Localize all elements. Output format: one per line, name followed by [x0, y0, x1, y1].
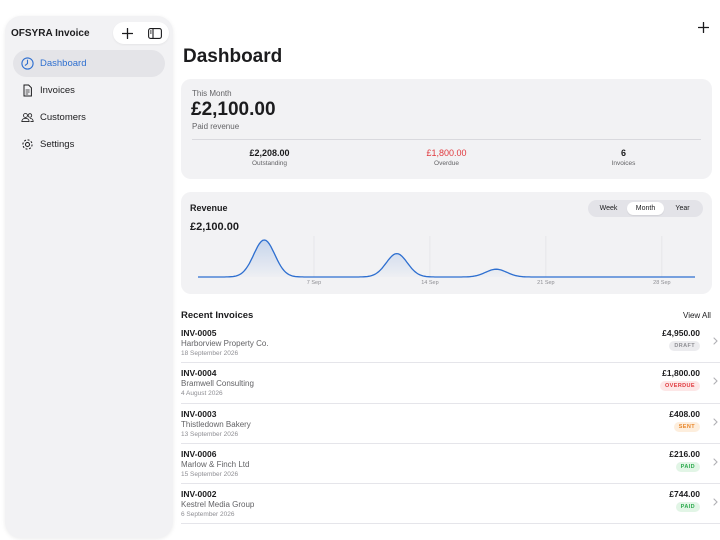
- invoice-date: 4 August 2026: [181, 390, 223, 398]
- sidebar-toolbar: [113, 22, 169, 44]
- invoice-client: Harborview Property Co.: [181, 339, 269, 348]
- status-badge: SENT: [673, 421, 700, 432]
- add-button[interactable]: [694, 18, 712, 36]
- sidebar-item-label: Invoices: [40, 85, 75, 96]
- revenue-card: 7 Sep 14 Sep 21 Sep 28 Sep Revenue £2,100.0…: [181, 192, 712, 294]
- invoice-id: INV-0002: [181, 489, 217, 500]
- status-badge: OVERDUE: [660, 381, 700, 392]
- invoice-date: 6 September 2026: [181, 511, 235, 519]
- toggle-sidebar-button[interactable]: [145, 23, 165, 43]
- invoice-row[interactable]: INV-0005 Harborview Property Co. 18 Septem…: [181, 323, 720, 364]
- stat-outstanding: £2,208.00 Outstanding: [181, 148, 358, 167]
- invoice-amount: £408.00: [669, 408, 700, 419]
- sidebar-icon: [148, 27, 162, 39]
- summary-amount: £2,100.00: [191, 99, 276, 120]
- invoice-row[interactable]: INV-0006 Marlow & Finch Ltd 15 September 2…: [181, 444, 720, 485]
- invoice-amount: £216.00: [669, 448, 700, 459]
- invoice-amount: £1,800.00: [662, 368, 700, 379]
- period-month[interactable]: Month: [627, 202, 664, 215]
- invoice-client: Marlow & Finch Ltd: [181, 459, 250, 469]
- invoice-id: INV-0005: [181, 328, 217, 338]
- period-year[interactable]: Year: [664, 202, 701, 215]
- page-title: Dashboard: [183, 46, 283, 67]
- invoice-amount: £4,950.00: [662, 328, 700, 338]
- stats-row: £2,208.00 Outstanding £1,800.00 Overdue …: [181, 148, 712, 167]
- clock-icon: [21, 57, 34, 70]
- revenue-area: [198, 240, 695, 277]
- sidebar-item-settings[interactable]: Settings: [13, 131, 165, 158]
- x-tick-label: 28 Sep: [653, 280, 670, 286]
- sidebar: OFSYRA Invoice Dashboard Invoices Custom…: [5, 16, 173, 538]
- summary-sub: Paid revenue: [192, 122, 240, 131]
- invoice-id: INV-0006: [181, 448, 217, 459]
- stat-value: £1,800.00: [426, 148, 467, 158]
- plus-icon: [121, 27, 133, 39]
- new-invoice-button[interactable]: [117, 23, 137, 43]
- sidebar-item-dashboard[interactable]: Dashboard: [13, 50, 165, 77]
- status-badge: DRAFT: [669, 341, 700, 351]
- invoice-client: Kestrel Media Group: [181, 500, 255, 510]
- stat-label: Invoices: [611, 160, 636, 167]
- x-tick-label: 21 Sep: [537, 280, 554, 286]
- invoice-client: Thistledown Bakery: [181, 419, 251, 429]
- x-tick-label: 14 Sep: [421, 280, 438, 286]
- divider: [192, 139, 701, 140]
- recent-invoices-title: Recent Invoices: [181, 310, 254, 321]
- invoice-id: INV-0003: [181, 408, 217, 419]
- people-icon: [21, 111, 34, 124]
- sidebar-nav: Dashboard Invoices Customers Settings: [13, 50, 165, 158]
- invoice-list: INV-0005 Harborview Property Co. 18 Septem…: [181, 323, 720, 525]
- invoice-client: Bramwell Consulting: [181, 379, 254, 389]
- invoice-row[interactable]: INV-0004 Bramwell Consulting 4 August 2026…: [181, 363, 720, 404]
- invoice-date: 13 September 2026: [181, 430, 239, 438]
- app-title: OFSYRA Invoice: [11, 28, 90, 39]
- period-week[interactable]: Week: [590, 202, 627, 215]
- status-badge: PAID: [675, 461, 700, 472]
- invoice-id: INV-0004: [181, 368, 217, 379]
- revenue-title: Revenue: [190, 203, 228, 213]
- sidebar-item-invoices[interactable]: Invoices: [13, 77, 165, 104]
- sidebar-item-label: Settings: [40, 139, 75, 150]
- stat-invoices: 6 Invoices: [535, 148, 712, 167]
- stat-overdue: £1,800.00 Overdue: [358, 148, 535, 167]
- revenue-amount: £2,100.00: [190, 221, 239, 233]
- chevron-right-icon: [713, 337, 719, 345]
- x-tick-label: 7 Sep: [307, 280, 321, 286]
- invoice-row[interactable]: INV-0002 Kestrel Media Group 6 September 2…: [181, 484, 720, 525]
- sidebar-item-label: Customers: [40, 112, 86, 123]
- gear-icon: [21, 138, 34, 151]
- summary-card: This Month £2,100.00 Paid revenue £2,208…: [181, 79, 712, 179]
- chevron-right-icon: [713, 377, 719, 385]
- stat-value: £2,208.00: [249, 148, 290, 158]
- plus-icon: [697, 21, 709, 33]
- invoice-amount: £744.00: [669, 489, 700, 500]
- document-icon: [21, 84, 34, 97]
- invoice-date: 18 September 2026: [181, 350, 239, 357]
- invoice-row[interactable]: INV-0003 Thistledown Bakery 13 September 2…: [181, 404, 720, 444]
- chevron-right-icon: [713, 418, 719, 426]
- period-segmented-control: Week Month Year: [588, 200, 703, 217]
- chevron-right-icon: [713, 498, 719, 506]
- invoice-date: 15 September 2026: [181, 470, 239, 478]
- stat-label: Overdue: [434, 160, 459, 167]
- sidebar-item-label: Dashboard: [40, 58, 87, 69]
- stat-value: 6: [620, 148, 626, 158]
- summary-label: This Month: [192, 89, 232, 98]
- chevron-right-icon: [713, 458, 719, 466]
- stat-label: Outstanding: [251, 160, 288, 167]
- sidebar-item-customers[interactable]: Customers: [13, 104, 165, 131]
- status-badge: PAID: [675, 502, 700, 513]
- view-all-link[interactable]: View All: [683, 311, 711, 320]
